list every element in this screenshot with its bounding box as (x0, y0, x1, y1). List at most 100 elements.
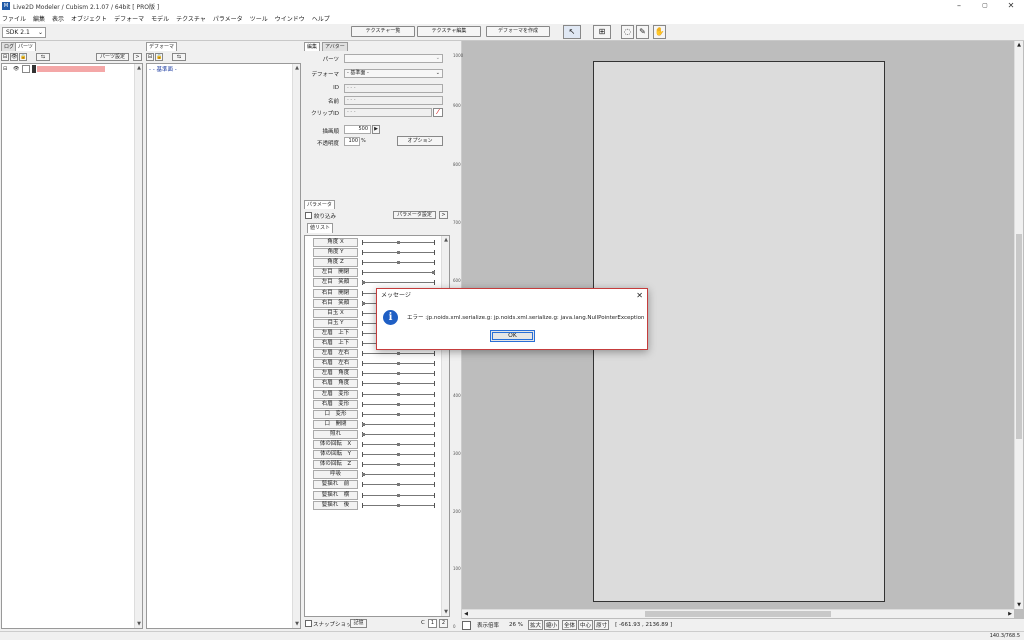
hand-tool-icon[interactable]: ✋ (653, 25, 666, 39)
parameter-slider[interactable] (362, 371, 435, 377)
minimize-button[interactable]: – (946, 0, 972, 12)
slider-knob[interactable] (362, 473, 365, 477)
parameter-name[interactable]: 右眉 変形 (313, 399, 358, 409)
parameter-slider[interactable] (362, 361, 435, 367)
canvas-vscrollbar[interactable]: ▲ ▼ (1014, 41, 1023, 609)
parameter-slider[interactable] (362, 391, 435, 397)
texture-edit-button[interactable]: テクスチャ編集 (417, 26, 481, 37)
slider-knob[interactable] (397, 261, 400, 265)
slot-1-button[interactable]: 1 (428, 619, 437, 628)
name-field[interactable]: - - - (344, 96, 443, 105)
slider-knob[interactable] (362, 422, 365, 426)
canvas-hscroll-thumb[interactable] (645, 611, 831, 617)
scroll-right-icon[interactable]: ▶ (1006, 610, 1014, 618)
parameter-name[interactable]: 体の回転 Z (313, 460, 358, 470)
canvas-vscroll-thumb[interactable] (1016, 234, 1022, 439)
parts-arrow-button[interactable]: > (133, 53, 142, 61)
parameter-slider[interactable] (362, 270, 435, 276)
clip-clear-icon[interactable]: ⁄ (433, 108, 443, 117)
parameter-name[interactable]: 右目 笑顔 (313, 298, 358, 308)
link-icon[interactable]: ⇆ (172, 53, 186, 61)
parameter-slider[interactable] (362, 482, 435, 488)
slider-knob[interactable] (397, 493, 400, 497)
brush-tool-icon[interactable]: ✎ (636, 25, 649, 39)
center-button[interactable]: 中心 (578, 620, 594, 630)
parameter-slider[interactable] (362, 502, 435, 508)
tab-deformer[interactable]: デフォーマ (146, 42, 178, 51)
menu-model[interactable]: モデル (151, 14, 169, 23)
maximize-button[interactable]: ▢ (972, 0, 998, 12)
parts-scrollbar[interactable]: ▲ ▼ (134, 64, 142, 628)
parameter-slider[interactable] (362, 240, 435, 245)
scroll-down-icon[interactable]: ▼ (1015, 601, 1023, 609)
option-button[interactable]: オプション (397, 136, 443, 146)
parameter-slider[interactable] (362, 472, 435, 478)
parts-select[interactable]: ⌄ (344, 54, 443, 63)
parameter-slider[interactable] (362, 280, 435, 286)
menu-help[interactable]: ヘルプ (312, 14, 330, 23)
tab-parts[interactable]: パーツ (15, 42, 36, 51)
parameter-slider[interactable] (362, 421, 435, 427)
expand-icon[interactable]: ⊟ (3, 66, 7, 72)
lock-checkbox[interactable] (22, 65, 30, 73)
parameter-slider[interactable] (362, 452, 435, 458)
tab-value-list[interactable]: 値リスト (307, 223, 334, 233)
slider-knob[interactable] (397, 392, 400, 396)
slider-knob[interactable] (397, 382, 400, 386)
draw-order-field[interactable]: 500 (344, 125, 371, 134)
scroll-left-icon[interactable]: ◀ (462, 610, 470, 618)
menu-deformer[interactable]: デフォーマ (114, 14, 144, 23)
tab-avatar[interactable]: アバター (322, 42, 348, 51)
lasso-tool-icon[interactable]: ◌ (621, 25, 634, 39)
menu-view[interactable]: 表示 (52, 14, 64, 23)
slider-knob[interactable] (397, 412, 400, 416)
deformer-scrollbar[interactable]: ▲ ▼ (292, 64, 300, 628)
deformer-root-item[interactable]: - - 基準面 - (149, 65, 177, 73)
texture-list-button[interactable]: テクスチャ一覧 (351, 26, 415, 37)
tab-parameter[interactable]: パラメータ (304, 200, 335, 209)
parameter-name[interactable]: 左眉 上下 (313, 328, 358, 338)
eye-icon[interactable]: 👁 (13, 66, 19, 72)
part-item-highlight[interactable] (37, 66, 105, 72)
filter-checkbox[interactable] (305, 212, 312, 219)
menu-edit[interactable]: 編集 (33, 14, 45, 23)
id-field[interactable]: - - - (344, 84, 443, 93)
lock-icon[interactable]: 🔒 (155, 53, 163, 61)
link-icon[interactable]: ⇆ (36, 53, 50, 61)
parameter-name[interactable]: 体の回転 Y (313, 450, 358, 460)
slider-knob[interactable] (362, 281, 365, 285)
slider-knob[interactable] (432, 271, 435, 275)
menu-texture[interactable]: テクスチャ (176, 14, 206, 23)
parameter-arrow-button[interactable]: > (439, 211, 448, 219)
parameter-name[interactable]: 右眉 角度 (313, 379, 358, 389)
parameter-name[interactable]: 左目 開閉 (313, 268, 358, 278)
menu-object[interactable]: オブジェクト (71, 14, 107, 23)
canvas-option-checkbox[interactable] (462, 620, 471, 630)
parameter-slider[interactable] (362, 351, 435, 357)
zoom-out-button[interactable]: 縮小 (544, 620, 560, 630)
parameter-name[interactable]: 体の回転 X (313, 440, 358, 449)
slider-knob[interactable] (397, 402, 400, 406)
tab-edit[interactable]: 編集 (304, 42, 321, 51)
parameter-settings-button[interactable]: パラメータ設定 (393, 211, 436, 219)
memory-button[interactable]: 記憶 (350, 619, 367, 628)
parameter-name[interactable]: 左眉 変形 (313, 389, 358, 399)
parameter-name[interactable]: 角度 Y (313, 248, 358, 258)
clip-id-field[interactable]: - - - (344, 108, 432, 117)
canvas-hscrollbar[interactable]: ◀ ▶ (462, 609, 1014, 618)
collapse-icon[interactable]: ⊟ (1, 53, 9, 61)
parameter-slider[interactable] (362, 462, 435, 468)
slider-knob[interactable] (397, 362, 400, 366)
parameter-name[interactable]: 口 変形 (313, 409, 358, 419)
lock-icon[interactable]: 🔒 (19, 53, 27, 61)
slot-2-button[interactable]: 2 (439, 619, 448, 628)
close-button[interactable]: ✕ (998, 0, 1024, 12)
slider-knob[interactable] (397, 483, 400, 487)
zoom-in-button[interactable]: 拡大 (528, 620, 544, 630)
actual-size-button[interactable]: 原寸 (594, 620, 610, 630)
grid-tool-icon[interactable]: ⊞ (593, 25, 611, 39)
parameter-name[interactable]: 目玉 X (313, 308, 358, 318)
parameter-name[interactable]: 呼吸 (313, 470, 358, 480)
parameter-name[interactable]: 目玉 Y (313, 318, 358, 328)
parameter-name[interactable]: 角度 Z (313, 258, 358, 268)
